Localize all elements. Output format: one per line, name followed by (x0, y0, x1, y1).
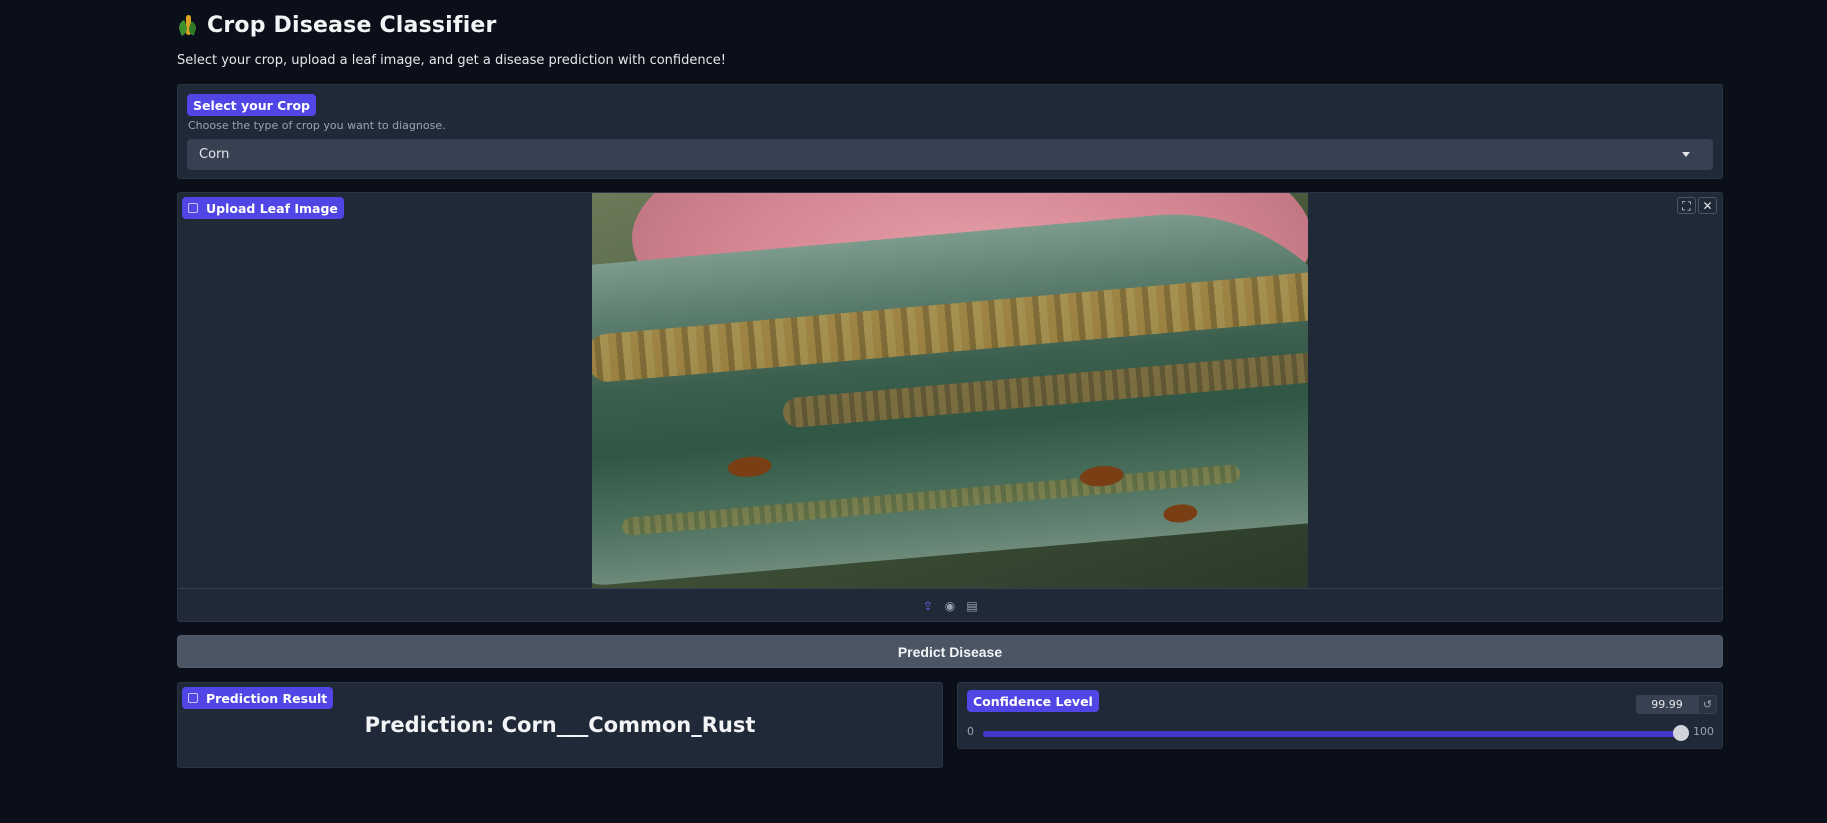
webcam-icon[interactable]: ◉ (944, 599, 957, 613)
leaf-image-preview (592, 193, 1308, 588)
upload-label: Upload Leaf Image (182, 197, 344, 219)
crop-dropdown-value: Corn (199, 147, 230, 162)
upload-icon[interactable]: ⇪ (922, 599, 935, 613)
page-subtitle: Select your crop, upload a leaf image, a… (177, 53, 726, 68)
crop-dropdown[interactable]: Corn (187, 139, 1713, 170)
confidence-panel: Confidence Level 99.99 ↺ 0 100 (957, 682, 1723, 749)
upload-label-text: Upload Leaf Image (206, 200, 338, 216)
page-title: Crop Disease Classifier (207, 12, 497, 38)
chevron-down-icon (1682, 152, 1690, 157)
upload-panel: Upload Leaf Image ⛶ ✕ ⇪ ◉ ▤ (177, 192, 1723, 622)
prediction-result-label-text: Prediction Result (206, 690, 328, 706)
fullscreen-icon[interactable]: ⛶ (1677, 197, 1696, 214)
corn-emoji-icon (176, 13, 199, 37)
clipboard-icon[interactable]: ▤ (966, 599, 979, 613)
slider-min-label: 0 (967, 725, 974, 738)
close-icon[interactable]: ✕ (1698, 197, 1717, 214)
confidence-number-input[interactable]: 99.99 (1636, 695, 1698, 714)
chart-icon (188, 693, 198, 703)
prediction-text: Prediction: Corn___Common_Rust (364, 713, 756, 737)
header: Crop Disease Classifier (176, 12, 497, 38)
predict-disease-button[interactable]: Predict Disease (177, 635, 1723, 668)
confidence-label: Confidence Level (967, 690, 1099, 712)
image-icon (188, 203, 198, 213)
prediction-result-label: Prediction Result (182, 687, 334, 709)
confidence-slider-track[interactable] (983, 731, 1681, 737)
upload-source-bar: ⇪ ◉ ▤ (178, 588, 1722, 622)
confidence-slider-thumb[interactable] (1672, 725, 1689, 741)
crop-select-info: Choose the type of crop you want to diag… (188, 119, 446, 132)
crop-select-panel: Select your Crop Choose the type of crop… (177, 84, 1723, 179)
prediction-result-panel: Prediction Result Prediction: Corn___Com… (177, 682, 943, 768)
crop-select-label: Select your Crop (187, 94, 317, 116)
confidence-slider-fill (983, 731, 1681, 737)
slider-max-label: 100 (1693, 725, 1714, 738)
image-toolbar: ⛶ ✕ (1677, 197, 1717, 214)
reset-icon[interactable]: ↺ (1698, 695, 1717, 714)
